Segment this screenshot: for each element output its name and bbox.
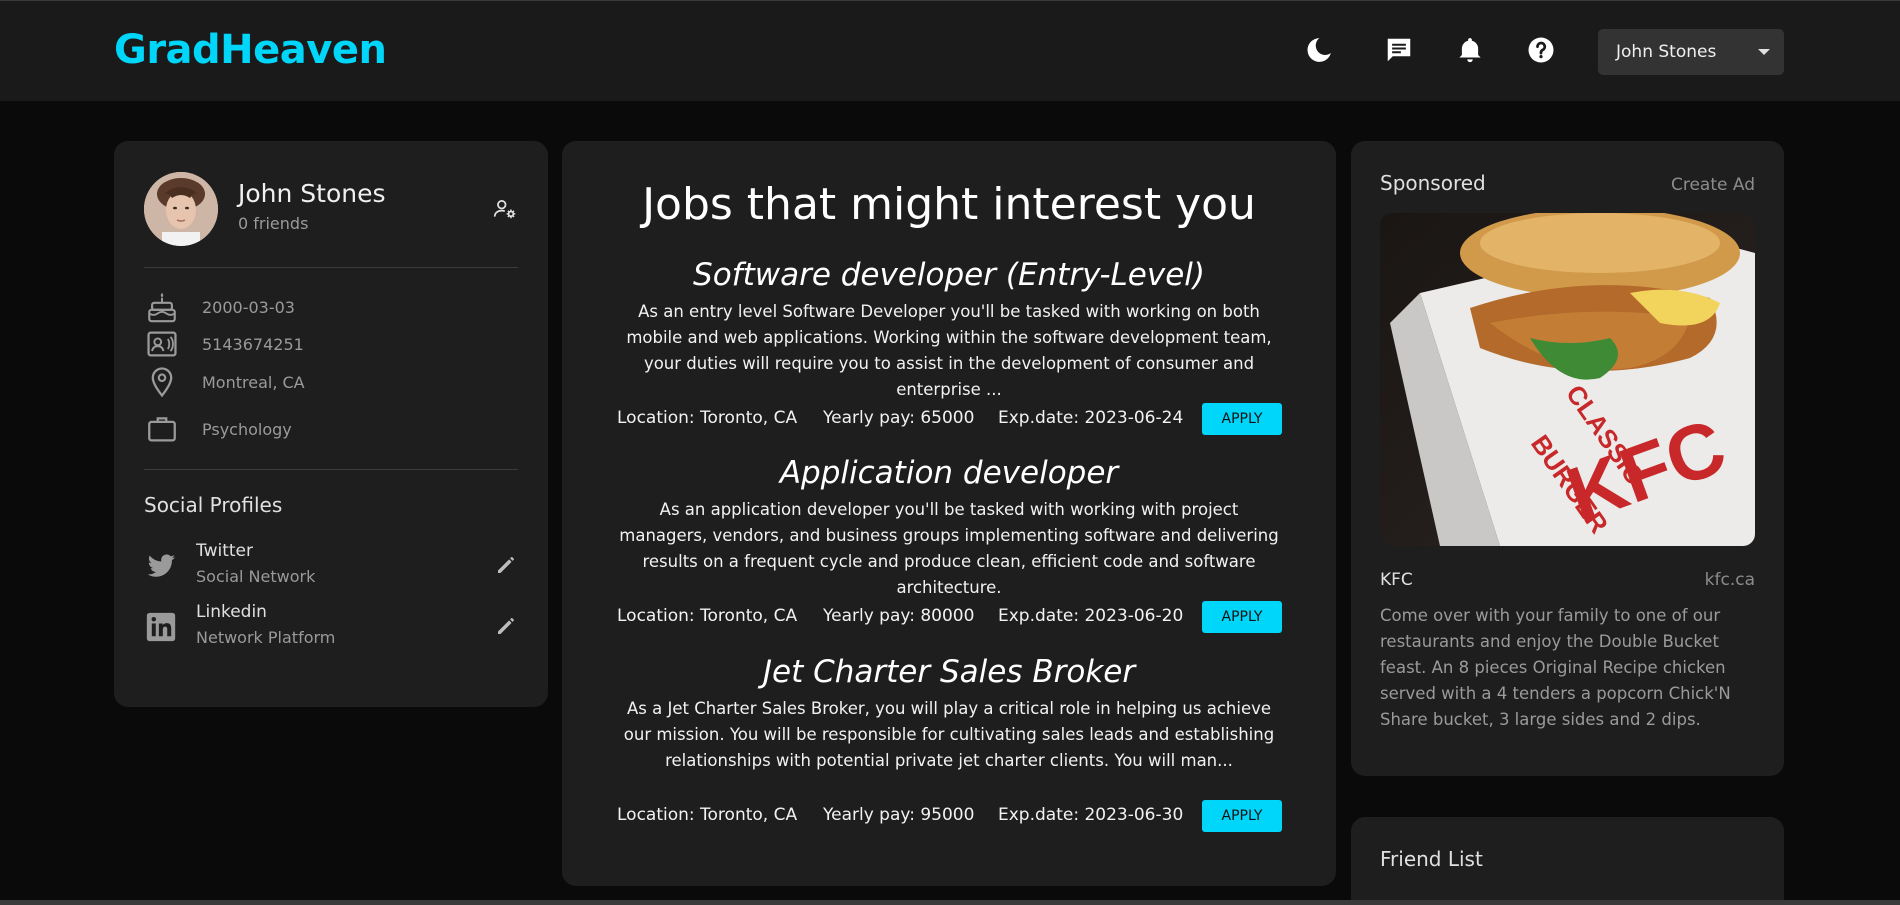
social-profiles-title: Social Profiles [144, 493, 283, 517]
job-pay: Yearly pay: 65000 [823, 408, 975, 428]
job-pay: Yearly pay: 95000 [823, 805, 975, 825]
apply-button[interactable]: APPLY [1202, 403, 1282, 435]
create-ad-link[interactable]: Create Ad [1671, 175, 1755, 195]
job-title: Application developer [779, 455, 1119, 491]
job-title: Jet Charter Sales Broker [762, 654, 1136, 690]
location-pin-icon [144, 364, 180, 400]
job-card: Jet Charter Sales Broker As a Jet Charte… [562, 654, 1336, 832]
social-item-twitter: Twitter Social Network [144, 541, 518, 591]
apply-button[interactable]: APPLY [1202, 601, 1282, 633]
phone-row: 5143674251 [144, 326, 304, 362]
help-icon[interactable] [1524, 33, 1558, 67]
job-meta: Location: Toronto, CA Yearly pay: 95000 … [562, 800, 1336, 832]
ad-description: Come over with your family to one of our… [1380, 606, 1731, 729]
message-icon[interactable] [1382, 33, 1416, 67]
social-name[interactable]: Twitter [196, 541, 253, 561]
ad-image[interactable]: CLASSIC BURGER KFC [1380, 213, 1755, 546]
bottom-strip [0, 900, 1900, 905]
job-pay: Yearly pay: 80000 [823, 606, 975, 626]
occupation-value: Psychology [202, 419, 292, 439]
chevron-down-icon [1758, 49, 1770, 55]
social-type: Network Platform [196, 628, 336, 647]
cake-icon [144, 289, 180, 325]
ad-brand: KFC [1380, 570, 1413, 590]
edit-pencil-icon[interactable] [494, 553, 518, 577]
top-navbar: GradHeaven John Stones [0, 0, 1900, 101]
ad-link[interactable]: kfc.ca [1705, 570, 1755, 590]
job-expiry: Exp.date: 2023-06-30 [998, 805, 1184, 825]
social-name[interactable]: Linkedin [196, 602, 267, 622]
manage-account-icon[interactable] [492, 196, 518, 222]
moon-icon[interactable] [1302, 33, 1336, 67]
birthday-row: 2000-03-03 [144, 289, 295, 325]
apply-button[interactable]: APPLY [1202, 800, 1282, 832]
job-expiry: Exp.date: 2023-06-20 [998, 606, 1184, 626]
job-description: As an application developer you'll be ta… [619, 500, 1279, 597]
divider [144, 469, 518, 470]
friend-list-heading: Friend List [1380, 847, 1483, 871]
job-meta: Location: Toronto, CA Yearly pay: 65000 … [562, 403, 1336, 435]
bell-icon[interactable] [1453, 33, 1487, 67]
friends-count: 0 friends [238, 214, 309, 233]
job-expiry: Exp.date: 2023-06-24 [998, 408, 1184, 428]
jobs-card: Jobs that might interest you Software de… [562, 141, 1336, 886]
profile-name: John Stones [238, 179, 386, 208]
birthday-value: 2000-03-03 [202, 297, 295, 317]
twitter-icon[interactable] [144, 549, 178, 583]
job-location: Location: Toronto, CA [617, 408, 798, 428]
job-meta: Location: Toronto, CA Yearly pay: 80000 … [562, 601, 1336, 633]
briefcase-icon [144, 411, 180, 447]
divider [144, 267, 518, 268]
user-menu-select[interactable]: John Stones [1598, 29, 1784, 75]
edit-pencil-icon[interactable] [494, 614, 518, 638]
sponsored-card: Sponsored Create Ad CLASSIC BURGER KFC K… [1351, 141, 1784, 776]
contact-card-icon [144, 326, 180, 362]
user-menu-label: John Stones [1616, 42, 1717, 62]
occupation-row: Psychology [144, 411, 292, 447]
profile-card: John Stones 0 friends 2000-03-03 5143674… [114, 141, 548, 707]
job-description: As an entry level Software Developer you… [626, 302, 1272, 399]
job-title: Software developer (Entry-Level) [693, 257, 1205, 293]
location-value: Montreal, CA [202, 372, 305, 392]
sponsored-heading: Sponsored [1380, 171, 1486, 195]
job-location: Location: Toronto, CA [617, 805, 798, 825]
linkedin-icon[interactable] [144, 610, 178, 644]
social-item-linkedin: Linkedin Network Platform [144, 602, 518, 652]
phone-value: 5143674251 [202, 334, 304, 354]
avatar[interactable] [144, 172, 218, 246]
job-description: As a Jet Charter Sales Broker, you will … [623, 699, 1275, 770]
brand-logo[interactable]: GradHeaven [114, 27, 387, 73]
job-card: Application developer As an application … [562, 455, 1336, 633]
friend-list-card: Friend List [1351, 817, 1784, 905]
social-type: Social Network [196, 567, 316, 586]
location-row: Montreal, CA [144, 364, 305, 400]
job-card: Software developer (Entry-Level) As an e… [562, 257, 1336, 435]
jobs-heading: Jobs that might interest you [642, 179, 1256, 230]
job-location: Location: Toronto, CA [617, 606, 798, 626]
